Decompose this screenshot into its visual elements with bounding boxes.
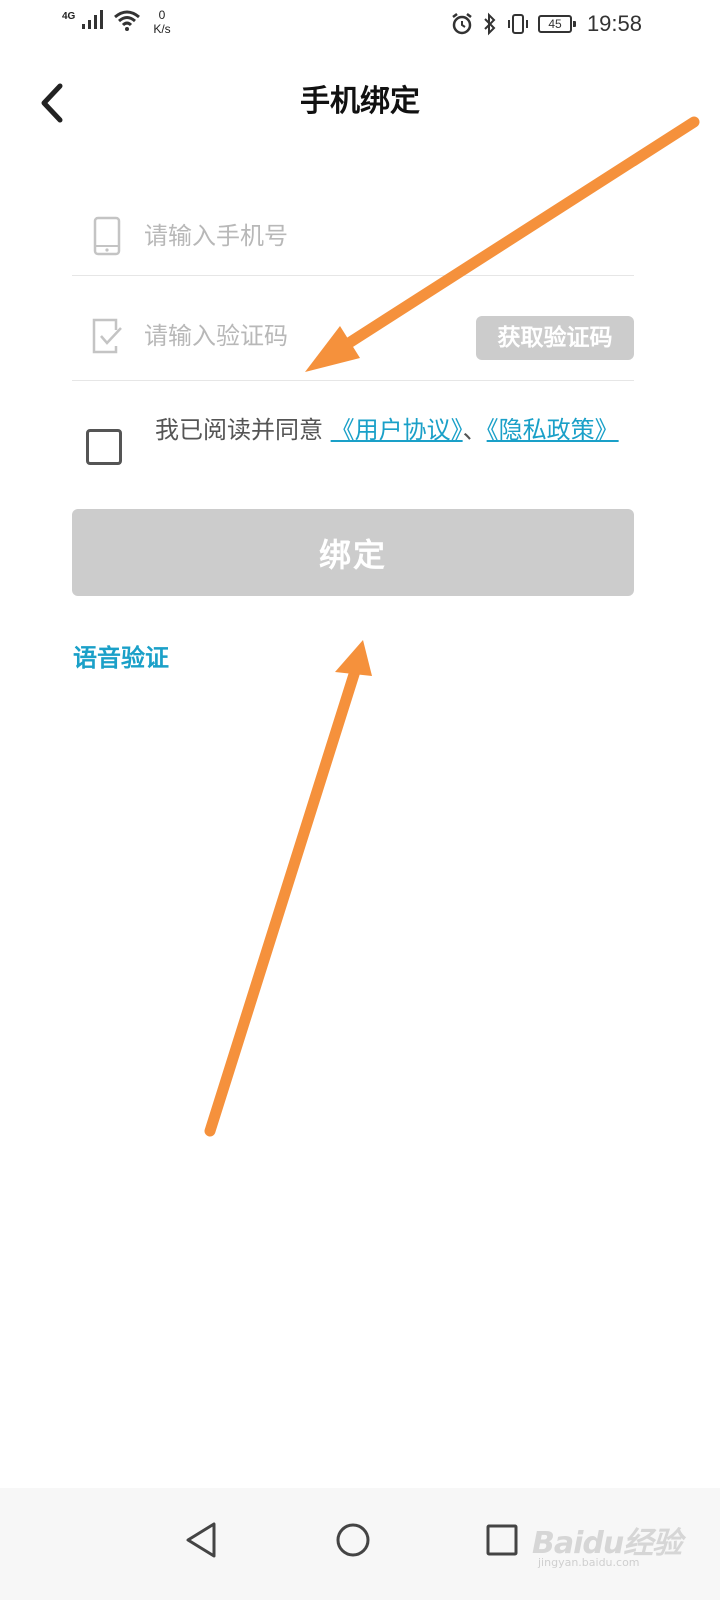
user-agreement-link[interactable]: 《用户协议》 (331, 416, 463, 444)
network-speed: 0 K/s (153, 8, 170, 36)
app-header: 手机绑定 (0, 70, 720, 134)
agreement-prefix: 我已阅读并同意 (155, 416, 331, 444)
code-input[interactable] (144, 314, 464, 358)
status-time: 19:58 (586, 11, 642, 36)
square-recent-icon (486, 1524, 518, 1556)
network-type: 4G (62, 11, 76, 22)
triangle-back-icon (186, 1522, 216, 1558)
privacy-policy-link[interactable]: 《隐私政策》 (487, 416, 619, 444)
status-left: 4G 0 K/s (62, 8, 171, 36)
smartphone-icon (93, 216, 121, 256)
bind-button[interactable]: 绑定 (72, 509, 634, 596)
verify-check-icon (92, 318, 122, 354)
nav-home-button[interactable] (323, 1510, 383, 1570)
bluetooth-icon (484, 12, 496, 36)
status-bar: 4G 0 K/s 45 19:58 (0, 0, 720, 48)
alarm-icon (452, 13, 472, 35)
speed-value: 0 (158, 8, 166, 22)
status-right-icons: 45 (450, 12, 576, 36)
code-field-row: 获取验证码 (72, 300, 634, 381)
agreement-text: 我已阅读并同意 《用户协议》、《隐私政策》 (155, 414, 635, 447)
nav-back-button[interactable] (172, 1510, 232, 1570)
speed-unit: K/s (153, 22, 171, 36)
watermark-subtitle: jingyan.baidu.com (538, 1556, 640, 1569)
agreement-separator: 、 (462, 416, 487, 444)
battery-indicator: 45 (538, 15, 576, 33)
annotation-arrow-to-bind (204, 640, 372, 1137)
phone-input[interactable] (144, 214, 524, 258)
signal-icon (82, 10, 104, 29)
wifi-icon (114, 10, 141, 31)
get-code-button[interactable]: 获取验证码 (476, 316, 634, 360)
baidu-watermark: Baidu经验 jingyan.baidu.com (532, 1512, 692, 1572)
page-title: 手机绑定 (300, 84, 420, 119)
vibrate-icon (508, 14, 528, 34)
nav-recent-button[interactable] (472, 1510, 532, 1570)
circle-home-icon (336, 1523, 370, 1557)
agree-checkbox[interactable] (86, 429, 122, 465)
phone-field-row (72, 200, 634, 276)
voice-verify-link[interactable]: 语音验证 (73, 640, 169, 676)
